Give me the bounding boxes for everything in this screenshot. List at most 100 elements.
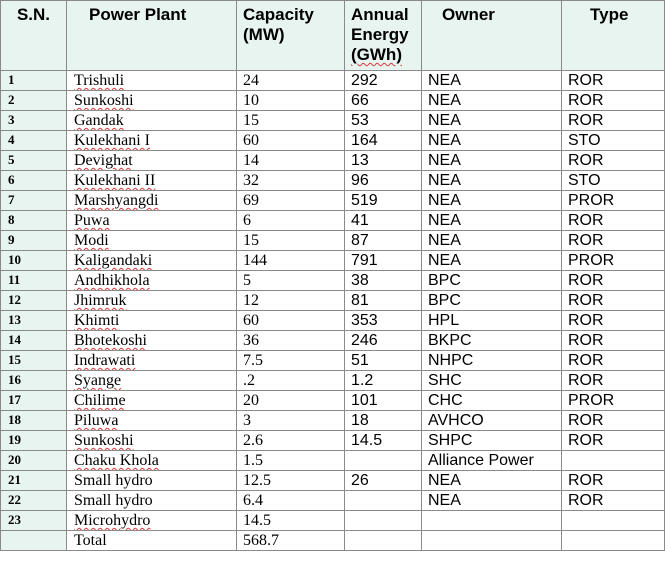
cell-type	[561, 510, 665, 531]
cell-capacity: 14	[236, 150, 345, 171]
cell-sn-text: 9	[8, 232, 15, 247]
cell-sn-text: 17	[8, 392, 21, 407]
cell-type: ROR	[561, 490, 665, 511]
header-capacity: Capacity (MW)	[236, 0, 345, 71]
cell-annual-energy-text: 164	[351, 132, 378, 149]
cell-capacity: 7.5	[236, 350, 345, 371]
cell-annual-energy: 246	[344, 330, 422, 351]
cell-power-plant-text: Chaku Khola	[74, 452, 159, 469]
cell-sn-text: 4	[8, 132, 15, 147]
cell-sn-text: 20	[8, 452, 21, 467]
cell-capacity: 3	[236, 410, 345, 431]
cell-power-plant: Puwa	[66, 210, 237, 231]
table-row: 1 Trishuli 24 292 NEA ROR	[0, 70, 665, 91]
cell-owner: NEA	[421, 190, 562, 211]
cell-annual-energy: 51	[344, 350, 422, 371]
cell-sn: 12	[0, 290, 67, 311]
cell-capacity-text: 3	[243, 412, 251, 429]
cell-capacity: 69	[236, 190, 345, 211]
cell-power-plant: Gandak	[66, 110, 237, 131]
cell-capacity-text: 15	[243, 232, 259, 249]
table-row: 9 Modi 15 87 NEA ROR	[0, 230, 665, 251]
cell-sn: 1	[0, 70, 67, 91]
cell-annual-energy: 18	[344, 410, 422, 431]
cell-sn: 21	[0, 470, 67, 491]
header-annual-energy: Annual Energy (GWh)	[344, 0, 422, 71]
table-row: 2 Sunkoshi 10 66 NEA ROR	[0, 90, 665, 111]
cell-owner: NEA	[421, 170, 562, 191]
cell-capacity: 12	[236, 290, 345, 311]
cell-sn: 11	[0, 270, 67, 291]
cell-sn-text: 18	[8, 412, 21, 427]
cell-power-plant: Jhimruk	[66, 290, 237, 311]
cell-power-plant: Bhotekoshi	[66, 330, 237, 351]
cell-type: STO	[561, 130, 665, 151]
cell-type: ROR	[561, 110, 665, 131]
cell-type-text: ROR	[568, 112, 604, 129]
cell-owner: NEA	[421, 210, 562, 231]
cell-power-plant-text: Trishuli	[74, 72, 125, 89]
table-row: 19 Sunkoshi 2.6 14.5 SHPC ROR	[0, 430, 665, 451]
cell-capacity-text: 144	[243, 252, 267, 269]
cell-sn-text: 19	[8, 432, 21, 447]
cell-sn: 9	[0, 230, 67, 251]
cell-owner-text: NEA	[428, 132, 461, 149]
cell-power-plant-text: Chilime	[74, 392, 126, 409]
cell-sn: 7	[0, 190, 67, 211]
cell-owner-text: NEA	[428, 92, 461, 109]
table-row: 18 Piluwa 3 18 AVHCO ROR	[0, 410, 665, 431]
cell-power-plant: Kaligandaki	[66, 250, 237, 271]
table-row: 4 Kulekhani I 60 164 NEA STO	[0, 130, 665, 151]
cell-capacity-text: 14	[243, 152, 259, 169]
cell-annual-energy-text: 18	[351, 412, 369, 429]
cell-annual-energy: 96	[344, 170, 422, 191]
cell-sn-text: 23	[8, 512, 21, 527]
cell-type: ROR	[561, 210, 665, 231]
cell-annual-energy-text: 353	[351, 312, 378, 329]
cell-owner-text: NEA	[428, 152, 461, 169]
cell-type: ROR	[561, 70, 665, 91]
cell-capacity-text: 7.5	[243, 352, 263, 369]
cell-owner-text: CHC	[428, 392, 463, 409]
cell-power-plant: Total	[66, 530, 237, 551]
cell-annual-energy: 519	[344, 190, 422, 211]
cell-capacity-text: 12	[243, 292, 259, 309]
cell-owner: BPC	[421, 290, 562, 311]
cell-power-plant-text: Modi	[74, 232, 109, 249]
cell-annual-energy-text: 26	[351, 472, 369, 489]
cell-power-plant: Kulekhani I	[66, 130, 237, 151]
cell-capacity: 32	[236, 170, 345, 191]
cell-type-text: ROR	[568, 472, 604, 489]
cell-sn: 19	[0, 430, 67, 451]
cell-owner: CHC	[421, 390, 562, 411]
header-owner: Owner	[421, 0, 562, 71]
header-annual-energy-line1: Annual	[351, 5, 409, 24]
table-row: 7 Marshyangdi 69 519 NEA PROR	[0, 190, 665, 211]
cell-owner	[421, 510, 562, 531]
cell-sn-text: 10	[8, 252, 21, 267]
cell-capacity-text: 6	[243, 212, 251, 229]
cell-sn-text: 13	[8, 312, 21, 327]
table-row: 13 Khimti 60 353 HPL ROR	[0, 310, 665, 331]
cell-annual-energy: 101	[344, 390, 422, 411]
cell-capacity: 2.6	[236, 430, 345, 451]
cell-annual-energy	[344, 510, 422, 531]
cell-type: ROR	[561, 270, 665, 291]
cell-sn: 17	[0, 390, 67, 411]
cell-type-text: ROR	[568, 152, 604, 169]
cell-power-plant-text: Khimti	[74, 312, 120, 329]
cell-type: ROR	[561, 410, 665, 431]
cell-capacity: 36	[236, 330, 345, 351]
cell-type: STO	[561, 170, 665, 191]
cell-owner: NEA	[421, 250, 562, 271]
table-body: 1 Trishuli 24 292 NEA ROR 2 Sunkoshi 10 66 NEA ROR 3…	[0, 70, 665, 551]
cell-power-plant: Indrawati	[66, 350, 237, 371]
cell-power-plant: Syange	[66, 370, 237, 391]
cell-annual-energy	[344, 450, 422, 471]
cell-power-plant-text: Gandak	[74, 112, 124, 129]
cell-type-text: ROR	[568, 212, 604, 229]
cell-annual-energy-text: 1.2	[351, 372, 374, 389]
cell-annual-energy-text: 53	[351, 112, 369, 129]
table-row: 22 Small hydro 6.4 NEA ROR	[0, 490, 665, 511]
cell-annual-energy: 292	[344, 70, 422, 91]
